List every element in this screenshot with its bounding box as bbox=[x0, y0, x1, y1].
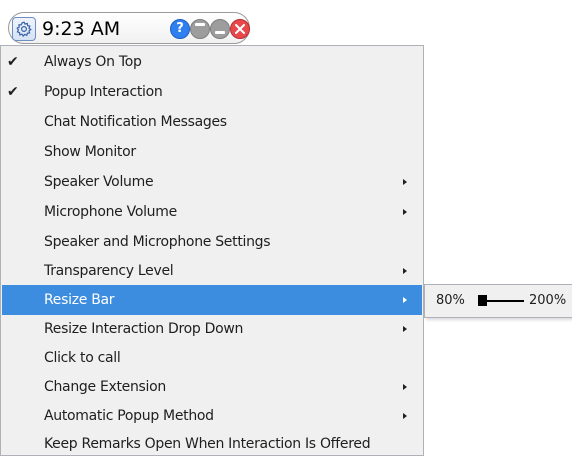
close-icon bbox=[235, 24, 245, 34]
menu-item-label: Speaker and Microphone Settings bbox=[44, 234, 271, 250]
menu-item-microphone-volume[interactable]: Microphone Volume bbox=[2, 197, 422, 227]
menu-item-transparency-level[interactable]: Transparency Level bbox=[2, 256, 422, 286]
menu-item-automatic-popup-method[interactable]: Automatic Popup Method bbox=[2, 401, 422, 431]
maximize-icon bbox=[195, 23, 205, 26]
close-button[interactable] bbox=[230, 19, 250, 39]
help-button[interactable]: ? bbox=[170, 19, 190, 39]
minimize-button[interactable] bbox=[210, 19, 230, 39]
menu-item-label: Chat Notification Messages bbox=[44, 114, 227, 130]
menu-item-label: Speaker Volume bbox=[44, 174, 154, 190]
submenu-arrow-icon bbox=[403, 268, 407, 274]
menu-item-click-to-call[interactable]: Click to call bbox=[2, 343, 422, 373]
menu-item-label: Keep Remarks Open When Interaction Is Of… bbox=[44, 436, 371, 452]
menu-item-label: Automatic Popup Method bbox=[44, 408, 214, 424]
menu-item-speaker-and-microphone-settings[interactable]: Speaker and Microphone Settings bbox=[2, 227, 422, 257]
menu-item-change-extension[interactable]: Change Extension bbox=[2, 372, 422, 402]
maximize-button[interactable] bbox=[190, 19, 210, 39]
menu-item-always-on-top[interactable]: ✔ Always On Top bbox=[2, 47, 422, 77]
menu-item-label: Transparency Level bbox=[44, 263, 174, 279]
settings-menu: ✔ Always On Top ✔ Popup Interaction Chat… bbox=[0, 45, 424, 456]
menu-item-resize-interaction-drop-down[interactable]: Resize Interaction Drop Down bbox=[2, 314, 422, 344]
menu-item-label: Change Extension bbox=[44, 379, 166, 395]
settings-button[interactable] bbox=[12, 17, 36, 41]
menu-item-label: Click to call bbox=[44, 350, 121, 366]
menu-item-label: Resize Interaction Drop Down bbox=[44, 321, 244, 337]
checkmark-icon: ✔ bbox=[7, 54, 19, 70]
menu-item-show-monitor[interactable]: Show Monitor bbox=[2, 137, 422, 167]
menu-item-popup-interaction[interactable]: ✔ Popup Interaction bbox=[2, 77, 422, 107]
resize-bar-submenu: 80% 200% bbox=[424, 284, 572, 318]
menu-item-label: Microphone Volume bbox=[44, 204, 177, 220]
clock-time: 9:23 AM bbox=[42, 18, 121, 40]
menu-item-label: Show Monitor bbox=[44, 144, 136, 160]
submenu-arrow-icon bbox=[403, 179, 407, 185]
title-bar: 9:23 AM ? bbox=[8, 12, 250, 44]
resize-min-label: 80% bbox=[436, 293, 465, 308]
help-icon: ? bbox=[176, 21, 184, 36]
minimize-icon bbox=[215, 31, 225, 34]
menu-item-resize-bar[interactable]: Resize Bar bbox=[2, 285, 422, 315]
submenu-arrow-icon bbox=[403, 384, 407, 390]
submenu-arrow-icon bbox=[403, 413, 407, 419]
checkmark-icon: ✔ bbox=[7, 84, 19, 100]
submenu-arrow-icon bbox=[403, 326, 407, 332]
submenu-arrow-icon bbox=[403, 297, 407, 303]
menu-item-label: Resize Bar bbox=[44, 292, 115, 308]
gear-icon bbox=[16, 21, 32, 37]
resize-slider-thumb[interactable] bbox=[478, 295, 487, 306]
menu-item-keep-remarks-open[interactable]: Keep Remarks Open When Interaction Is Of… bbox=[2, 429, 422, 456]
menu-item-chat-notification-messages[interactable]: Chat Notification Messages bbox=[2, 107, 422, 137]
menu-item-label: Popup Interaction bbox=[44, 84, 163, 100]
submenu-arrow-icon bbox=[403, 209, 407, 215]
resize-max-label: 200% bbox=[529, 293, 567, 308]
page: 9:23 AM ? ✔ Always On Top ✔ Popup Intera… bbox=[0, 0, 572, 456]
menu-item-label: Always On Top bbox=[44, 54, 142, 70]
menu-item-speaker-volume[interactable]: Speaker Volume bbox=[2, 167, 422, 197]
